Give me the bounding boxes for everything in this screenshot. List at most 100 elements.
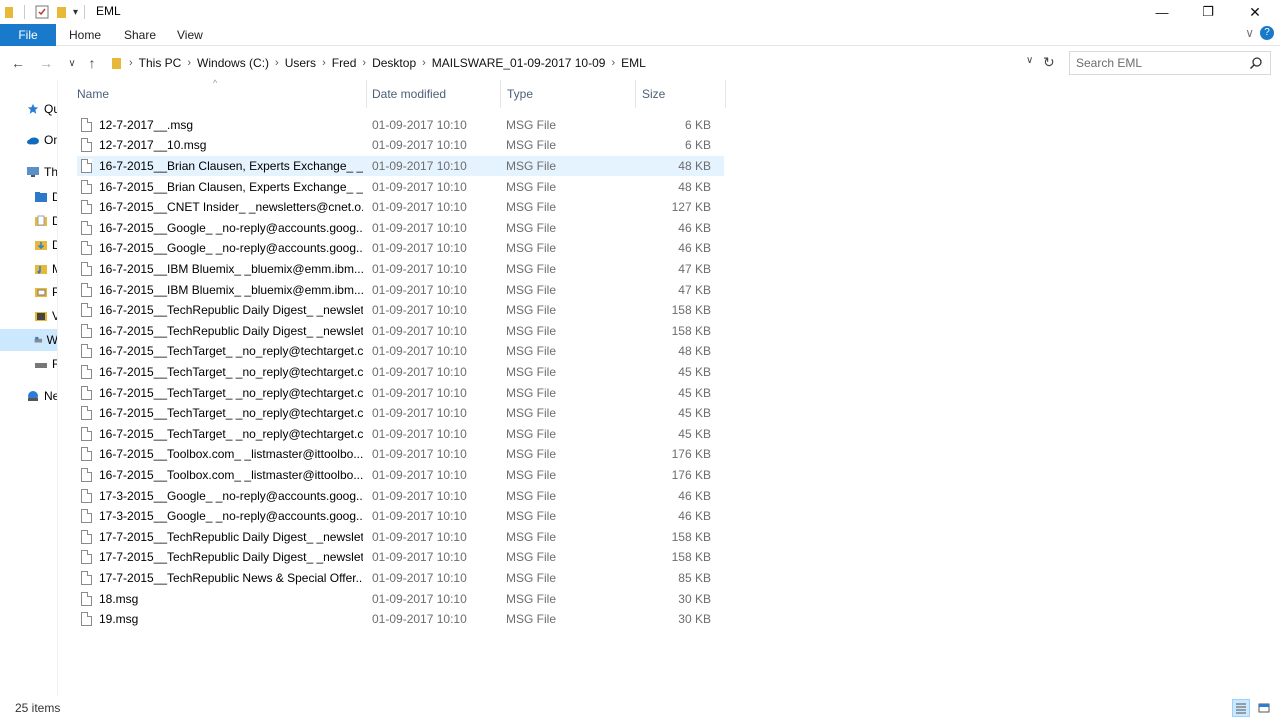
file-row[interactable]: 16-7-2015__TechRepublic Daily Digest_ _n… — [77, 300, 724, 321]
file-row[interactable]: 12-7-2017__.msg 01-09-2017 10:10 MSG File 6… — [77, 115, 724, 136]
file-icon — [81, 179, 92, 194]
nav-item-videos[interactable]: V — [34, 305, 57, 327]
file-date: 01-09-2017 10:10 — [372, 447, 467, 462]
file-row[interactable]: 16-7-2015__Toolbox.com_ _listmaster@itto… — [77, 444, 724, 465]
file-row[interactable]: 16-7-2015__Brian Clausen, Experts Exchan… — [77, 176, 724, 197]
nav-item-pictures[interactable]: P — [34, 281, 57, 303]
nav-item-desktop[interactable]: D — [34, 186, 57, 208]
file-row[interactable]: 17-7-2015__TechRepublic Daily Digest_ _n… — [77, 547, 724, 568]
file-row[interactable]: 17-3-2015__Google_ _no-reply@accounts.go… — [77, 506, 724, 527]
nav-item-this-pc[interactable]: Th — [26, 161, 57, 183]
file-type: MSG File — [506, 591, 557, 606]
close-button[interactable]: ✕ — [1232, 0, 1278, 24]
breadcrumb-separator[interactable]: › — [187, 57, 191, 69]
file-row[interactable]: 16-7-2015__CNET Insider_ _newsletters@cn… — [77, 197, 724, 218]
forward-button[interactable]: → — [36, 53, 56, 73]
file-date: 01-09-2017 10:10 — [372, 344, 467, 359]
file-row[interactable]: 17-7-2015__TechRepublic Daily Digest_ _n… — [77, 527, 724, 548]
nav-item-documents[interactable]: D — [34, 210, 57, 232]
nav-item-quick-access[interactable]: Qu — [26, 98, 57, 120]
breadcrumb-this-pc[interactable]: This PC — [139, 56, 182, 70]
file-size: 6 KB — [684, 117, 711, 132]
breadcrumb-separator[interactable]: › — [422, 57, 426, 69]
breadcrumb-desktop[interactable]: Desktop — [372, 56, 416, 70]
refresh-button[interactable]: ↻ — [1043, 54, 1055, 71]
file-row[interactable]: 16-7-2015__Google_ _no-reply@accounts.go… — [77, 238, 724, 259]
file-date: 01-09-2017 10:10 — [372, 488, 467, 503]
file-icon — [81, 117, 92, 132]
file-row[interactable]: 16-7-2015__TechRepublic Daily Digest_ _n… — [77, 321, 724, 342]
nav-item-network[interactable]: Ne — [26, 385, 57, 407]
breadcrumb-separator[interactable]: › — [322, 57, 326, 69]
file-date: 01-09-2017 10:10 — [372, 385, 467, 400]
file-type: MSG File — [506, 303, 557, 318]
new-folder-icon[interactable] — [55, 5, 69, 19]
nav-item-onedrive[interactable]: On — [26, 129, 57, 151]
tab-home[interactable]: Home — [69, 28, 101, 42]
file-date: 01-09-2017 10:10 — [372, 570, 467, 585]
file-row[interactable]: 12-7-2017__10.msg 01-09-2017 10:10 MSG Fil… — [77, 135, 724, 156]
search-box[interactable] — [1069, 51, 1271, 75]
file-name: 16-7-2015__Google_ _no-reply@accounts.go… — [99, 220, 363, 235]
breadcrumb-fred[interactable]: Fred — [332, 56, 357, 70]
file-type: MSG File — [506, 364, 557, 379]
file-row[interactable]: 16-7-2015__TechTarget_ _no_reply@techtar… — [77, 341, 724, 362]
file-row[interactable]: 16-7-2015__IBM Bluemix_ _bluemix@emm.ibm… — [77, 259, 724, 280]
file-row[interactable]: 16-7-2015__TechTarget_ _no_reply@techtar… — [77, 403, 724, 424]
properties-icon[interactable] — [35, 5, 49, 19]
nav-item-windows-c[interactable]: W — [0, 329, 57, 351]
column-header-type[interactable]: Type — [501, 80, 636, 108]
file-row[interactable]: 19.msg 01-09-2017 10:10 MSG File 30 KB — [77, 609, 724, 630]
file-row[interactable]: 16-7-2015__Brian Clausen, Experts Exchan… — [77, 155, 724, 177]
column-header-date[interactable]: Date modified — [366, 80, 501, 108]
breadcrumb-separator[interactable]: › — [362, 57, 366, 69]
nav-item-removable-drive[interactable]: R — [34, 353, 57, 375]
file-row[interactable]: 16-7-2015__Toolbox.com_ _listmaster@itto… — [77, 465, 724, 486]
file-row[interactable]: 16-7-2015__Google_ _no-reply@accounts.go… — [77, 218, 724, 239]
search-icon[interactable] — [1249, 56, 1263, 70]
up-button[interactable]: ↑ — [82, 53, 102, 73]
file-name: 16-7-2015__Toolbox.com_ _listmaster@itto… — [99, 447, 363, 462]
file-type: MSG File — [506, 241, 557, 256]
nav-item-music[interactable]: M — [34, 258, 57, 280]
tab-view[interactable]: View — [177, 28, 203, 42]
breadcrumb-separator[interactable]: › — [275, 57, 279, 69]
file-type: MSG File — [506, 138, 557, 153]
expand-ribbon-icon[interactable]: ∨ — [1245, 26, 1254, 40]
quick-access-dropdown-icon[interactable]: ▾ — [73, 7, 78, 18]
file-row[interactable]: 17-7-2015__TechRepublic News & Special O… — [77, 568, 724, 589]
file-name: 16-7-2015__IBM Bluemix_ _bluemix@emm.ibm… — [99, 282, 363, 297]
tab-file[interactable]: File — [0, 24, 56, 46]
file-row[interactable]: 17-3-2015__Google_ _no-reply@accounts.go… — [77, 485, 724, 506]
file-row[interactable]: 16-7-2015__TechTarget_ _no_reply@techtar… — [77, 424, 724, 445]
breadcrumb-users[interactable]: Users — [285, 56, 316, 70]
file-name: 17-3-2015__Google_ _no-reply@accounts.go… — [99, 509, 363, 524]
pictures-icon — [35, 288, 47, 297]
breadcrumb-windows-c[interactable]: Windows (C:) — [197, 56, 269, 70]
file-row[interactable]: 16-7-2015__IBM Bluemix_ _bluemix@emm.ibm… — [77, 279, 724, 300]
nav-item-downloads[interactable]: D — [34, 234, 57, 256]
column-header-name[interactable]: Name — [71, 80, 367, 108]
help-icon[interactable]: ? — [1260, 26, 1274, 40]
breadcrumb-eml[interactable]: EML — [621, 56, 646, 70]
file-row[interactable]: 16-7-2015__TechTarget_ _no_reply@techtar… — [77, 362, 724, 383]
breadcrumb-mailsware[interactable]: MAILSWARE_01-09-2017 10-09 — [432, 56, 606, 70]
file-row[interactable]: 16-7-2015__TechTarget_ _no_reply@techtar… — [77, 382, 724, 403]
minimize-button[interactable]: — — [1139, 0, 1185, 24]
large-icons-view-button[interactable] — [1255, 699, 1273, 717]
details-view-button[interactable] — [1232, 699, 1250, 717]
search-input[interactable] — [1070, 52, 1240, 74]
back-button[interactable]: ← — [8, 53, 28, 73]
file-type: MSG File — [506, 612, 557, 627]
column-header-size[interactable]: Size — [636, 80, 726, 108]
file-date: 01-09-2017 10:10 — [372, 509, 467, 524]
breadcrumb-separator[interactable]: › — [611, 57, 615, 69]
restore-button[interactable]: ❐ — [1185, 0, 1231, 24]
address-bar[interactable]: › This PC › Windows (C:) › Users › Fred … — [104, 51, 1042, 74]
file-date: 01-09-2017 10:10 — [372, 117, 467, 132]
address-dropdown-icon[interactable]: ∨ — [1026, 55, 1033, 66]
recent-locations-button[interactable]: ∨ — [62, 53, 82, 73]
file-row[interactable]: 18.msg 01-09-2017 10:10 MSG File 30 KB — [77, 588, 724, 609]
file-name: 16-7-2015__TechTarget_ _no_reply@techtar… — [99, 344, 363, 359]
tab-share[interactable]: Share — [124, 28, 156, 42]
